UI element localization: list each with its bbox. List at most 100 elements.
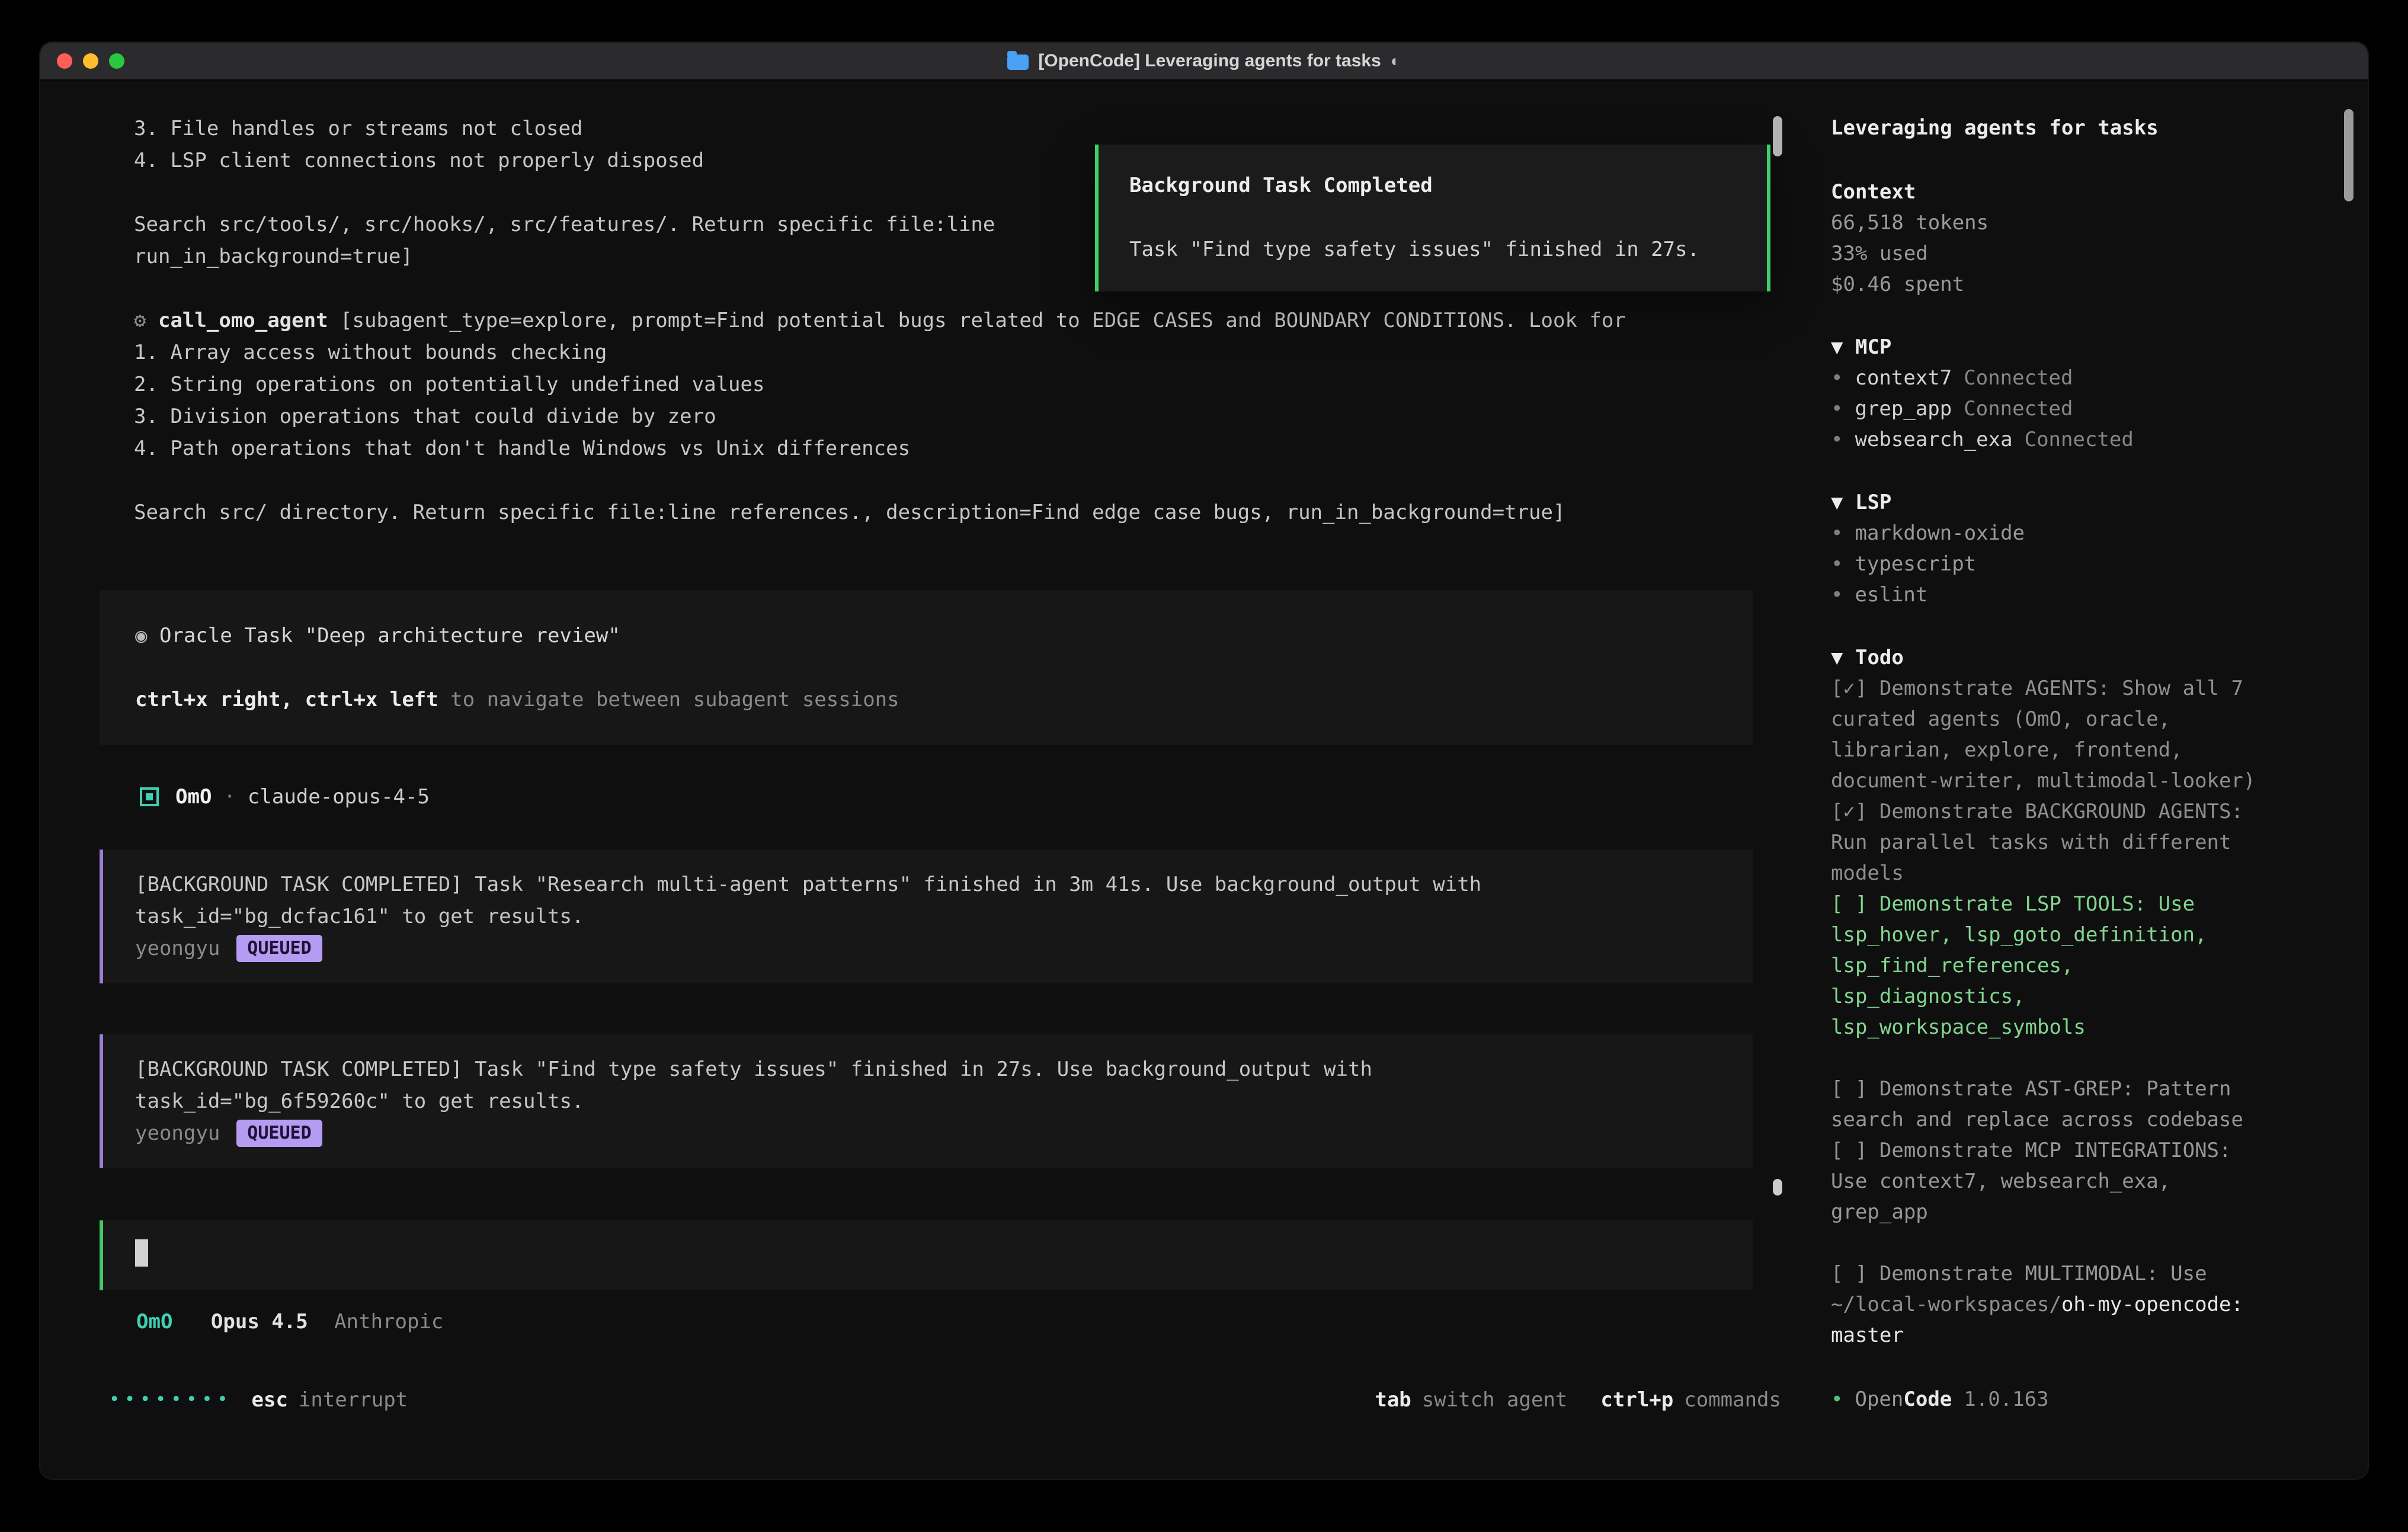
mcp-item-status: Connected bbox=[1964, 397, 2073, 421]
app-version-number: 1.0.163 bbox=[1964, 1387, 2048, 1411]
context-spent: $0.46 spent bbox=[1831, 269, 2279, 300]
minimize-button[interactable] bbox=[83, 53, 98, 69]
mcp-item-name: grep_app bbox=[1855, 397, 1952, 421]
context-used: 33% used bbox=[1831, 238, 2279, 269]
app-name-prefix: Open bbox=[1855, 1387, 1903, 1411]
message-line: task_id="bg_6f59260c" to get results. bbox=[135, 1085, 1717, 1117]
message-meta: yeongyuQUEUED bbox=[135, 932, 1717, 964]
app-version-line: • OpenCode 1.0.163 bbox=[1831, 1384, 2049, 1415]
todo-section-header[interactable]: ▼ Todo bbox=[1831, 642, 2279, 673]
tab-key-hint: tab bbox=[1375, 1384, 1411, 1416]
active-agent-label: OmO bbox=[136, 1310, 172, 1334]
ctrlp-key-hint: ctrl+p bbox=[1600, 1384, 1673, 1416]
context-header: Context bbox=[1831, 177, 2279, 207]
context-section: Context 66,518 tokens 33% used $0.46 spe… bbox=[1831, 177, 2279, 300]
window-titlebar[interactable]: [OpenCode] Leveraging agents for tasks ◐ bbox=[40, 43, 2368, 81]
lsp-header-label: LSP bbox=[1855, 491, 1891, 514]
lsp-item-name: eslint bbox=[1855, 583, 1927, 607]
spinner-dots-icon: •••••••• bbox=[109, 1384, 233, 1416]
window-title: [OpenCode] Leveraging agents for tasks ◐ bbox=[40, 43, 2368, 79]
sidebar-scrollbar-thumb[interactable] bbox=[2344, 109, 2353, 201]
workspace-repo: oh-my-opencode: bbox=[2061, 1293, 2243, 1316]
app-name-suffix: Code bbox=[1903, 1387, 1952, 1411]
bullet-icon: • bbox=[1831, 428, 1843, 451]
bullet-icon: • bbox=[1831, 366, 1843, 390]
todo-item: [ ] Demonstrate AST-GREP: Pattern search… bbox=[1831, 1073, 2279, 1135]
lsp-item-name: typescript bbox=[1855, 552, 1976, 576]
bullet-icon: • bbox=[1831, 552, 1843, 576]
esc-key-label: interrupt bbox=[299, 1384, 408, 1416]
close-button[interactable] bbox=[57, 53, 72, 69]
text-cursor[interactable] bbox=[135, 1239, 148, 1267]
folder-icon bbox=[1007, 55, 1029, 70]
lsp-item: • markdown-oxide bbox=[1831, 518, 2279, 549]
mcp-item: • grep_app Connected bbox=[1831, 393, 2279, 424]
oracle-hint-keys: ctrl+x right, ctrl+x left bbox=[135, 688, 438, 711]
prompt-input[interactable] bbox=[100, 1220, 1753, 1290]
bullet-icon: • bbox=[1831, 397, 1843, 421]
chevron-down-icon: ▼ bbox=[1831, 491, 1843, 514]
workspace-path: ~/local-workspaces/oh-my-opencode: maste… bbox=[1831, 1289, 2279, 1351]
window-content: 3. File handles or streams not closed4. … bbox=[40, 81, 2368, 1479]
mcp-item-status: Connected bbox=[1964, 366, 2073, 390]
message-line: task_id="bg_dcfac161" to get results. bbox=[135, 900, 1717, 932]
tool-call-name: call_omo_agent bbox=[158, 309, 328, 332]
bullet-icon: • bbox=[1831, 583, 1843, 607]
mcp-item-name: context7 bbox=[1855, 366, 1952, 390]
tab-key-label: switch agent bbox=[1422, 1384, 1568, 1416]
bullet-icon: • bbox=[1831, 1387, 1843, 1411]
queued-badge: QUEUED bbox=[236, 935, 322, 962]
traffic-lights bbox=[40, 53, 124, 69]
message-meta: yeongyuQUEUED bbox=[135, 1117, 1717, 1149]
oracle-task-panel: ◉ Oracle Task "Deep architecture review"… bbox=[100, 590, 1753, 745]
lsp-section: ▼ LSP • markdown-oxide • typescript • eslin… bbox=[1831, 487, 2279, 610]
oracle-navigation-hint: ctrl+x right, ctrl+x left to navigate be… bbox=[135, 684, 1717, 716]
context-tokens: 66,518 tokens bbox=[1831, 207, 2279, 238]
lsp-item-name: markdown-oxide bbox=[1855, 521, 2025, 545]
chevron-down-icon: ▼ bbox=[1831, 335, 1843, 359]
todo-item: [✓] Demonstrate BACKGROUND AGENTS: Run p… bbox=[1831, 796, 2279, 889]
mcp-item-status: Connected bbox=[2025, 428, 2134, 451]
agent-separator: · bbox=[223, 781, 235, 813]
todo-item: [ ] Demonstrate MCP INTEGRATIONS: Use co… bbox=[1831, 1135, 2279, 1227]
main-scrollbar-thumb[interactable] bbox=[1773, 116, 1782, 156]
todo-item-active: [ ] Demonstrate LSP TOOLS: Use lsp_hover… bbox=[1831, 889, 2279, 1043]
active-model-label: Opus 4.5 bbox=[211, 1310, 308, 1334]
mcp-item-name: websearch_exa bbox=[1855, 428, 2012, 451]
lsp-section-header[interactable]: ▼ LSP bbox=[1831, 487, 2279, 518]
agent-model: claude-opus-4-5 bbox=[248, 781, 430, 813]
mcp-item: • websearch_exa Connected bbox=[1831, 424, 2279, 455]
mcp-item: • context7 Connected bbox=[1831, 363, 2279, 393]
tool-call-args: [subagent_type=explore, prompt=Find pote… bbox=[328, 309, 1626, 332]
ctrlp-key-label: commands bbox=[1684, 1384, 1781, 1416]
window-title-text: [OpenCode] Leveraging agents for tasks bbox=[1038, 51, 1381, 71]
mcp-section-header[interactable]: ▼ MCP bbox=[1831, 332, 2279, 363]
zoom-button[interactable] bbox=[109, 53, 124, 69]
background-task-toast[interactable]: Background Task Completed Task "Find typ… bbox=[1095, 145, 1770, 291]
mcp-header-label: MCP bbox=[1855, 335, 1891, 359]
status-bar: •••••••• esc interrupt tab switch agent … bbox=[40, 1384, 1806, 1416]
model-status-line: OmO Opus 4.5 Anthropic bbox=[136, 1306, 1806, 1338]
fisheye-icon: ◉ bbox=[135, 624, 147, 648]
bullet-icon: • bbox=[1831, 521, 1843, 545]
lsp-item: • eslint bbox=[1831, 579, 2279, 610]
model-provider-label: Anthropic bbox=[334, 1310, 443, 1334]
background-task-message-1: [BACKGROUND TASK COMPLETED] Task "Resear… bbox=[100, 850, 1753, 983]
activity-indicator-icon: ◐ bbox=[1391, 52, 1401, 70]
background-task-message-2: [BACKGROUND TASK COMPLETED] Task "Find t… bbox=[100, 1034, 1753, 1168]
oracle-task-title-line: ◉ Oracle Task "Deep architecture review" bbox=[135, 620, 1717, 652]
oracle-task-title: Oracle Task "Deep architecture review" bbox=[159, 624, 620, 648]
todo-header-label: Todo bbox=[1855, 646, 1904, 669]
gear-icon: ⚙ bbox=[134, 309, 146, 332]
terminal-main-pane: 3. File handles or streams not closed4. … bbox=[40, 81, 1806, 1479]
desktop-background: [OpenCode] Leveraging agents for tasks ◐… bbox=[0, 0, 2408, 1532]
workspace-branch: master bbox=[1831, 1320, 2279, 1351]
message-line: [BACKGROUND TASK COMPLETED] Task "Resear… bbox=[135, 868, 1717, 900]
esc-key-hint: esc bbox=[252, 1384, 288, 1416]
main-scrollbar-thumb[interactable] bbox=[1773, 1179, 1782, 1196]
session-title: Leveraging agents for tasks bbox=[1831, 113, 2279, 143]
toast-title: Background Task Completed bbox=[1129, 169, 1736, 201]
toast-body: Task "Find type safety issues" finished … bbox=[1129, 233, 1736, 265]
mcp-section: ▼ MCP • context7 Connected • grep_app Connec… bbox=[1831, 332, 2279, 455]
lsp-item: • typescript bbox=[1831, 549, 2279, 579]
